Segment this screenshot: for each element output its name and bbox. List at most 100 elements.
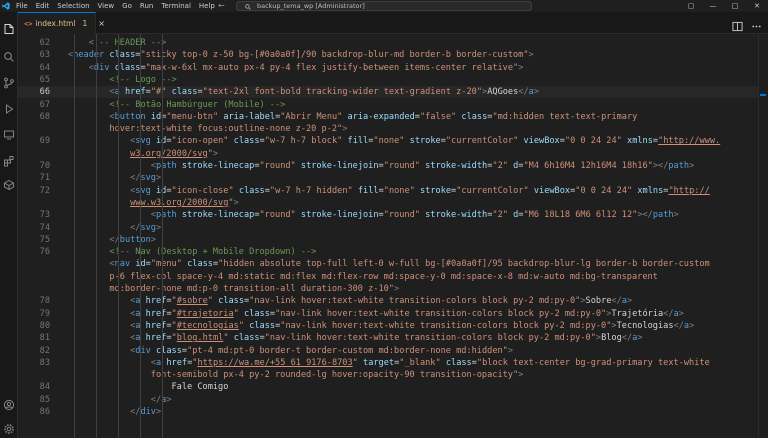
token: class: [445, 357, 472, 368]
token: <!-- HEADER -->: [88, 38, 167, 48]
layout-icon[interactable]: ▢: [680, 0, 702, 12]
code-text: <button id="menu-btn" aria-label="Abrir …: [68, 111, 637, 123]
menu-item-view[interactable]: View: [94, 0, 119, 12]
token: "text-2xl font-bold tracking-wider text-…: [202, 87, 483, 98]
code-line[interactable]: 76 <!-- Nav (Desktop + Mobile Dropdown) …: [18, 246, 768, 258]
code-line[interactable]: 67 <!-- Botão Hambúrguer (Mobile) -->: [18, 99, 768, 111]
code-text: <a href="blog.html" class="nav-link hove…: [68, 332, 642, 344]
scrollbar-marker: [760, 94, 766, 96]
token: "M4 6h16M4 12h16M4 18h16": [523, 161, 653, 171]
token: class: [244, 308, 270, 319]
code-text: <path stroke-linecap="round" stroke-line…: [68, 209, 679, 221]
command-center-search[interactable]: backup_tema_wp [Administrator]: [236, 1, 532, 11]
code-line[interactable]: 86 </div>: [18, 406, 768, 418]
token: ></: [637, 210, 653, 221]
code-line[interactable]: 70 <path stroke-linecap="round" stroke-l…: [18, 160, 768, 172]
tab-label: index.html: [35, 19, 76, 28]
explorer-icon[interactable]: [3, 20, 15, 34]
token: Sobre: [585, 296, 612, 307]
remote-explorer-icon[interactable]: [3, 126, 15, 140]
token: </: [621, 333, 633, 344]
code-line[interactable]: 62 <!-- HEADER -->: [18, 37, 768, 49]
problem-count-badge: 1: [82, 19, 88, 28]
code-editor[interactable]: 62 <!-- HEADER --> 63 <header class="stick…: [18, 34, 768, 438]
code-line[interactable]: p-6 flex-col space-y-4 md:static md:flex…: [18, 271, 768, 283]
code-line[interactable]: 63 <header class="sticky top-0 z-50 bg-[#…: [18, 49, 768, 61]
code-line[interactable]: <nav id="menu" class="hidden absolute to…: [18, 258, 768, 270]
source-control-icon[interactable]: [3, 74, 15, 89]
token: button: [119, 234, 151, 245]
code-line[interactable]: font-semibold px-4 py-2 rounded-lg hover…: [18, 369, 768, 381]
code-line[interactable]: 66 <a href="#" class="text-2xl font-bold…: [18, 86, 768, 99]
code-line[interactable]: 78 <a href="#sobre" class="nav-link hove…: [18, 295, 768, 307]
account-icon[interactable]: [3, 396, 15, 411]
menu-item-terminal[interactable]: Terminal: [157, 0, 195, 12]
code-line[interactable]: hover:text-white focus:outline-none z-20…: [18, 123, 768, 135]
back-arrow-icon[interactable]: ←: [218, 0, 225, 12]
code-line[interactable]: 68 <button id="menu-btn" aria-label="Abr…: [18, 111, 768, 123]
code-line[interactable]: 79 <a href="#trajetoria" class="nav-link…: [18, 308, 768, 320]
code-line[interactable]: 72 <svg id="icon-close" class="w-7 h-7 h…: [18, 185, 768, 197]
code-line[interactable]: 71 </svg>: [18, 172, 768, 184]
code-line[interactable]: www.w3.org/2000/svg">: [18, 197, 768, 209]
search-icon[interactable]: [3, 48, 15, 62]
testing-icon[interactable]: [3, 176, 15, 191]
code-line[interactable]: 64 <div class="max-w-6xl mx-auto px-4 py…: [18, 62, 768, 74]
line-number: 70: [39, 161, 50, 171]
more-actions-icon[interactable]: [751, 17, 762, 28]
token: "menu": [150, 259, 182, 270]
code-line[interactable]: 74 </svg>: [18, 222, 768, 234]
token: "menu-btn": [166, 111, 219, 122]
token: "Abrir Menu": [280, 111, 343, 122]
menu-item-help[interactable]: Help: [195, 0, 219, 12]
close-tab-icon[interactable]: ×: [98, 19, 105, 28]
code-line[interactable]: 85 </a>: [18, 394, 768, 406]
code-line[interactable]: md:border-none md:p-0 transition-all dur…: [18, 283, 768, 295]
code-line[interactable]: 69 <svg id="icon-open" class="w-7 h-7 bl…: [18, 135, 768, 147]
menu-item-selection[interactable]: Selection: [53, 0, 93, 12]
menu-item-go[interactable]: Go: [118, 0, 136, 12]
token: svg: [140, 173, 156, 184]
code-text: <nav id="menu" class="hidden absolute to…: [68, 258, 709, 270]
tab-index-html[interactable]: <> index.html 1 ×: [18, 12, 105, 34]
menu-item-file[interactable]: File: [12, 0, 32, 12]
token: >: [626, 296, 633, 307]
token: "_blank": [399, 357, 441, 368]
token: >: [233, 197, 239, 208]
token: www.w3.org/2000/svg: [130, 197, 229, 208]
code-line[interactable]: 81 <a href="blog.html" class="nav-link h…: [18, 332, 768, 344]
menu-item-run[interactable]: Run: [136, 0, 157, 12]
menu-item-edit[interactable]: Edit: [32, 0, 54, 12]
settings-gear-icon[interactable]: [3, 420, 15, 434]
line-number: 75: [39, 234, 50, 245]
close-window-button[interactable]: ✕: [746, 0, 768, 12]
code-text: </svg>: [68, 222, 161, 234]
code-line[interactable]: 84 Fale Comigo: [18, 381, 768, 393]
token: href: [166, 357, 188, 368]
token: svg: [135, 185, 151, 196]
code-line[interactable]: 73 <path stroke-linecap="round" stroke-l…: [18, 209, 768, 221]
token: >: [155, 222, 162, 233]
code-text: <div class="pt-4 md:pt-0 border-t border…: [68, 345, 513, 357]
html-file-icon: <>: [24, 19, 33, 28]
editor-scrollbar[interactable]: [758, 34, 768, 438]
token: div: [135, 345, 151, 356]
code-line[interactable]: 75 </button>: [18, 234, 768, 246]
line-number: 68: [39, 111, 50, 122]
minimize-button[interactable]: —: [702, 0, 724, 12]
code-line[interactable]: 65 <!-- Logo -->: [18, 74, 768, 86]
maximize-button[interactable]: □: [724, 0, 746, 12]
token: href: [145, 333, 167, 344]
extensions-icon[interactable]: [3, 152, 15, 167]
code-line[interactable]: 83 <a href="https://wa.me/+55 61 9176-87…: [18, 357, 768, 369]
run-debug-icon[interactable]: [3, 100, 15, 114]
line-number: 80: [39, 320, 50, 331]
code-line[interactable]: w3.org/2000/svg">: [18, 148, 768, 160]
indent-guide: [140, 34, 141, 438]
token: div: [140, 407, 156, 417]
code-line[interactable]: 82 <div class="pt-4 md:pt-0 border-t bor…: [18, 345, 768, 357]
code-line[interactable]: 80 <a href="#tecnologias" class="nav-lin…: [18, 320, 768, 332]
split-editor-icon[interactable]: [732, 17, 743, 32]
